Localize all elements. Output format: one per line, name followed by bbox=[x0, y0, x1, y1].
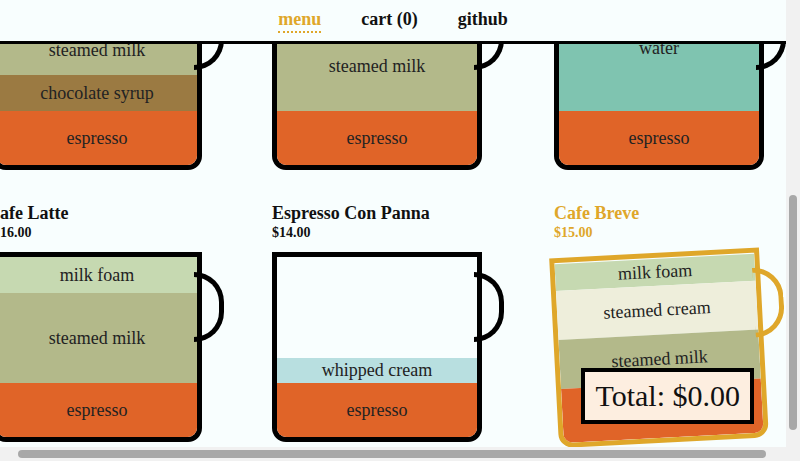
cup-handle bbox=[752, 266, 786, 337]
item-name: Cafe Breve bbox=[554, 202, 786, 224]
item-price: $14.00 bbox=[272, 224, 554, 242]
scrollbar-thumb[interactable] bbox=[18, 450, 766, 458]
ingredient-layer: espresso bbox=[277, 111, 477, 165]
menu-item[interactable]: afe Latte16.00 milk foamsteamed milkespre… bbox=[0, 202, 272, 442]
total-box: Total: $0.00 bbox=[581, 368, 754, 424]
ingredient-layer: milk foam bbox=[0, 257, 197, 293]
item-price: 16.00 bbox=[0, 224, 272, 242]
item-name: Espresso Con Panna bbox=[272, 202, 554, 224]
cup-body[interactable]: whipped creamespresso bbox=[272, 252, 482, 442]
cup-handle bbox=[474, 272, 504, 342]
ingredient-layer: espresso bbox=[0, 383, 197, 437]
ingredient-layer: steamed milk bbox=[0, 293, 197, 383]
nav-link[interactable]: cart (0) bbox=[361, 9, 417, 33]
item-name: afe Latte bbox=[0, 202, 272, 224]
ingredient-layer: espresso bbox=[0, 111, 197, 165]
item-price: $15.00 bbox=[554, 224, 786, 242]
cup[interactable]: milk foamsteamed milkespresso bbox=[0, 252, 232, 442]
ingredient-layer: espresso bbox=[559, 111, 759, 165]
cup[interactable]: whipped creamespresso bbox=[272, 252, 512, 442]
cup-handle bbox=[194, 272, 224, 342]
page: menu cart (0) github steamed milk chocolate … bbox=[0, 0, 800, 461]
ingredient-layer: chocolate syrup bbox=[0, 75, 197, 111]
scrollbar-thumb[interactable] bbox=[789, 195, 797, 430]
ingredient-layer: espresso bbox=[277, 383, 477, 437]
nav-bar: menu cart (0) github bbox=[0, 0, 786, 44]
ingredient-layer: whipped cream bbox=[277, 358, 477, 383]
nav-link[interactable]: menu bbox=[278, 9, 321, 33]
vertical-scrollbar[interactable] bbox=[786, 0, 800, 461]
menu-item[interactable]: Espresso Con Panna$14.00 whipped creamesp… bbox=[272, 202, 554, 442]
horizontal-scrollbar[interactable] bbox=[0, 447, 786, 461]
cup-body[interactable]: milk foamsteamed milkespresso bbox=[0, 252, 202, 442]
nav-link[interactable]: github bbox=[458, 9, 508, 33]
